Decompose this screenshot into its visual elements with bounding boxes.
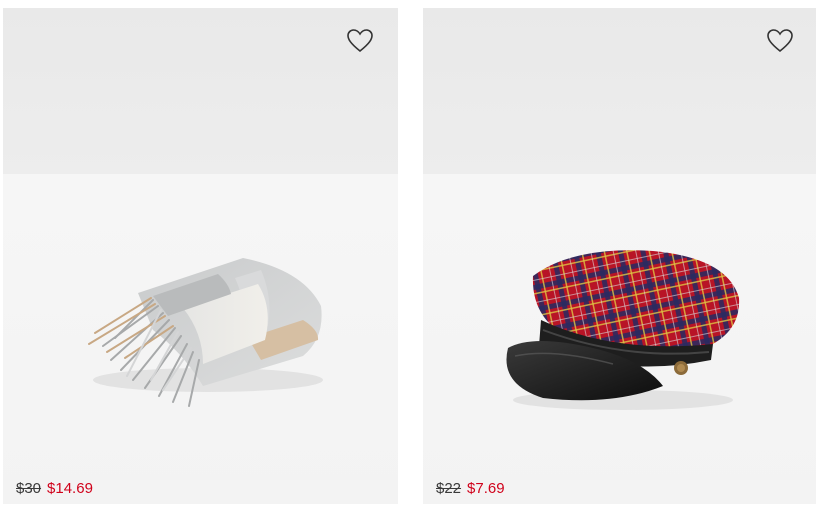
product-image-cap[interactable] — [423, 8, 816, 504]
price-row: $30 $14.69 — [16, 480, 93, 498]
original-price: $30 — [16, 480, 42, 497]
wishlist-button[interactable] — [346, 28, 374, 54]
heart-outline-icon — [767, 29, 793, 53]
product-image-scarf[interactable] — [3, 8, 398, 504]
original-price: $22 — [436, 480, 462, 497]
price-row: $22 $7.69 — [436, 480, 505, 498]
wishlist-button[interactable] — [766, 28, 794, 54]
sale-price: $14.69 — [47, 480, 93, 497]
sale-price: $7.69 — [467, 480, 505, 497]
product-card-scarf[interactable]: $30 $14.69 — [3, 8, 398, 504]
heart-outline-icon — [347, 29, 373, 53]
product-card-cap[interactable]: $22 $7.69 — [423, 8, 816, 504]
product-grid: $30 $14.69 $22 $7.69 — [0, 0, 816, 510]
